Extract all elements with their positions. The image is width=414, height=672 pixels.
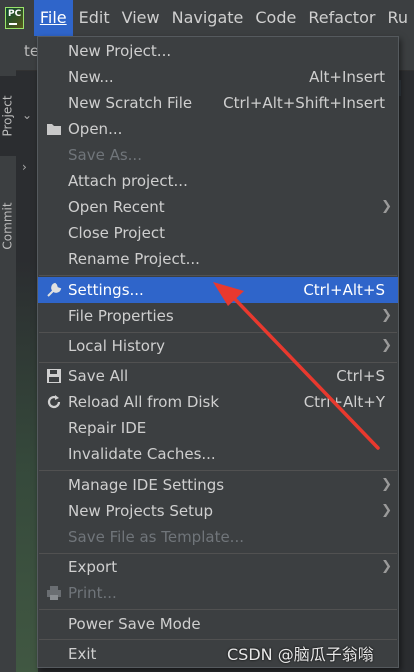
annotation-arrow-icon: [213, 282, 380, 450]
watermark: CSDN @脑瓜子翁嗡: [227, 645, 374, 664]
